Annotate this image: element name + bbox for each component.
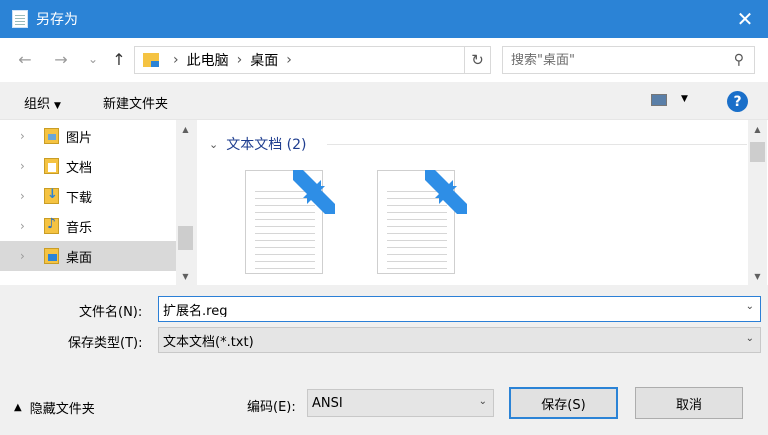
nav-item-label: 图片 — [66, 130, 93, 146]
nav-item-pictures[interactable]: › 图片 — [0, 121, 176, 151]
save-button[interactable]: 保存(S) — [509, 387, 618, 419]
desktop-folder-icon — [143, 53, 159, 67]
new-folder-button[interactable]: 新建文件夹 — [103, 93, 168, 112]
chevron-down-icon[interactable]: ⌄ — [746, 333, 754, 344]
up-button[interactable]: ↑ — [108, 48, 130, 70]
hide-folders-label: 隐藏文件夹 — [29, 402, 95, 417]
group-title: 文本文档 (2) — [226, 137, 307, 153]
expand-chevron-icon[interactable]: › — [20, 219, 25, 233]
breadcrumb-desktop[interactable]: 桌面 — [250, 50, 278, 70]
scroll-thumb[interactable] — [750, 142, 765, 162]
chevron-up-icon: ▲ — [14, 402, 22, 413]
help-button[interactable]: ? — [727, 91, 748, 112]
breadcrumb-separator[interactable]: › — [237, 52, 243, 68]
file-item[interactable] — [377, 168, 477, 278]
search-box[interactable]: ⚲ — [502, 46, 755, 74]
filetype-value: 文本文档(*.txt) — [163, 334, 254, 350]
scroll-down-arrow[interactable]: ▼ — [748, 267, 767, 285]
notepad-icon — [12, 10, 28, 28]
view-options-icon[interactable] — [651, 94, 667, 106]
downloads-folder-icon — [44, 187, 59, 204]
search-input[interactable] — [511, 52, 721, 68]
encoding-label: 编码(E): — [247, 400, 296, 415]
organize-label: 组织 — [24, 97, 51, 112]
encoding-value: ANSI — [312, 395, 343, 411]
window-title: 另存为 — [36, 12, 78, 28]
expand-chevron-icon[interactable]: › — [20, 159, 25, 173]
chevron-down-icon[interactable]: ⌄ — [479, 396, 487, 407]
chevron-down-icon[interactable]: ⌄ — [746, 301, 754, 312]
command-bar: 组织 ▼ 新建文件夹 ▼ ? — [0, 82, 768, 120]
nav-item-label: 文档 — [66, 160, 93, 176]
scroll-down-arrow[interactable]: ▼ — [176, 267, 195, 285]
breadcrumb-this-pc[interactable]: 此电脑 — [187, 50, 229, 70]
nav-item-desktop[interactable]: › 桌面 — [0, 241, 176, 271]
file-item[interactable] — [245, 168, 345, 278]
address-bar[interactable]: › 此电脑 › 桌面 › ↻ — [134, 46, 491, 74]
shortcut-arrow-icon — [293, 170, 335, 214]
expand-chevron-icon[interactable]: › — [20, 189, 25, 203]
filetype-label: 保存类型(T): — [68, 336, 143, 351]
group-header[interactable]: ⌄ 文本文档 (2) — [209, 134, 747, 154]
filetype-select[interactable]: 文本文档(*.txt) ⌄ — [158, 327, 761, 353]
filename-label: 文件名(N): — [79, 305, 143, 320]
hide-folders-button[interactable]: ▲ 隐藏文件夹 — [14, 398, 95, 417]
nav-item-documents[interactable]: › 文档 — [0, 151, 176, 181]
close-button[interactable]: ✕ — [722, 0, 768, 38]
nav-item-label: 下载 — [66, 190, 93, 206]
group-divider — [327, 144, 747, 145]
breadcrumb-separator[interactable]: › — [173, 52, 179, 68]
scroll-thumb[interactable] — [178, 226, 193, 250]
forward-button[interactable]: → — [50, 48, 72, 70]
documents-folder-icon — [44, 158, 59, 174]
nav-item-downloads[interactable]: › 下载 — [0, 181, 176, 211]
nav-item-label: 桌面 — [66, 250, 93, 266]
refresh-button[interactable]: ↻ — [464, 47, 490, 73]
encoding-select[interactable]: ANSI ⌄ — [307, 389, 494, 417]
filename-field[interactable]: ⌄ — [158, 296, 761, 322]
breadcrumb-separator[interactable]: › — [286, 52, 292, 68]
cancel-button[interactable]: 取消 — [635, 387, 743, 419]
shortcut-arrow-icon — [425, 170, 467, 214]
desktop-folder-icon — [44, 248, 59, 264]
music-folder-icon — [44, 216, 59, 234]
chevron-down-icon[interactable]: ⌄ — [209, 138, 218, 151]
pictures-folder-icon — [44, 128, 59, 144]
title-bar: 另存为 ✕ — [0, 0, 768, 38]
navigation-pane: › 图片 › 文档 › 下载 › 音乐 › 桌面 ▲ ▼ — [0, 120, 195, 285]
address-row: ← → ⌄ ↑ › 此电脑 › 桌面 › ↻ ⚲ — [0, 38, 768, 82]
nav-scrollbar[interactable]: ▲ ▼ — [176, 120, 195, 285]
content-scrollbar[interactable]: ▲ ▼ — [748, 120, 767, 285]
recent-locations-button[interactable]: ⌄ — [82, 48, 104, 70]
chevron-down-icon: ▼ — [54, 101, 61, 111]
expand-chevron-icon[interactable]: › — [20, 129, 25, 143]
expand-chevron-icon[interactable]: › — [20, 249, 25, 263]
filename-input[interactable] — [163, 301, 723, 317]
back-button[interactable]: ← — [14, 48, 36, 70]
file-list-pane: ⌄ 文本文档 (2) ▲ ▼ — [197, 120, 768, 285]
organize-button[interactable]: 组织 ▼ — [24, 93, 61, 112]
nav-item-label: 音乐 — [66, 220, 93, 236]
view-options-dropdown[interactable]: ▼ — [681, 94, 688, 104]
search-icon[interactable]: ⚲ — [734, 52, 744, 68]
nav-item-music[interactable]: › 音乐 — [0, 211, 176, 241]
scroll-up-arrow[interactable]: ▲ — [176, 120, 195, 138]
scroll-up-arrow[interactable]: ▲ — [748, 120, 767, 138]
save-form: 文件名(N): ⌄ 保存类型(T): 文本文档(*.txt) ⌄ ▲ 隐藏文件夹… — [0, 285, 768, 435]
